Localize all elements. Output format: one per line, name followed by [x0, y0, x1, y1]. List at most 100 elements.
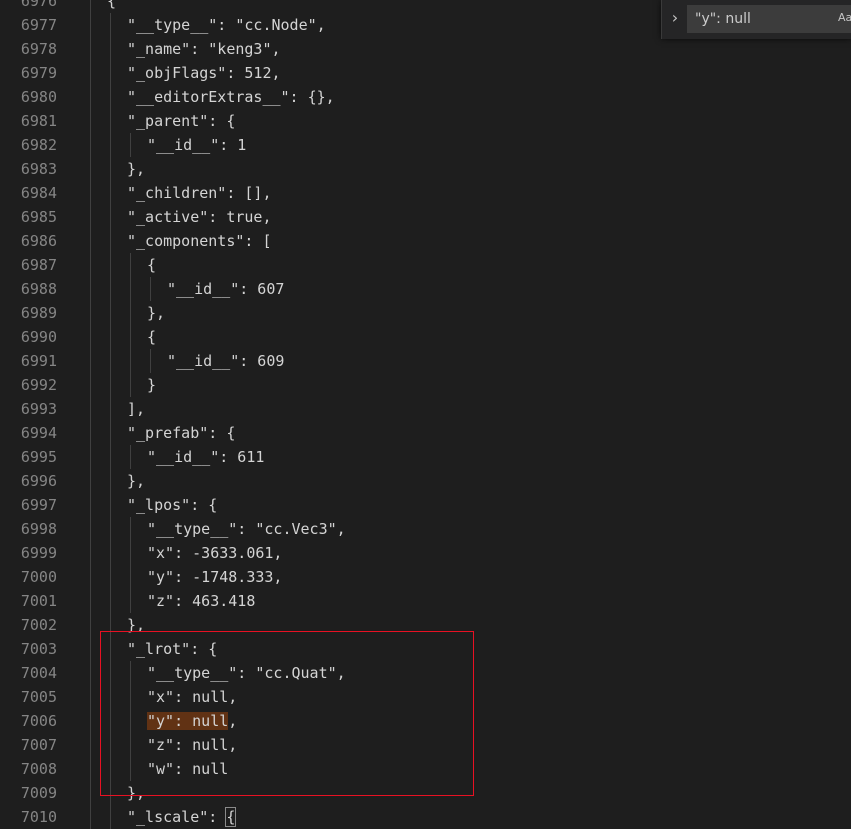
indent-guide [130, 517, 131, 541]
code-line[interactable]: 6979 "_objFlags": 512, [0, 61, 851, 85]
indent-guide [110, 661, 111, 685]
code-text: "_children": [], [127, 184, 272, 202]
code-text: "_objFlags": 512, [127, 64, 281, 82]
indent-guide [110, 85, 111, 109]
code-text: "w": null [147, 760, 229, 778]
indent-guide [130, 445, 131, 469]
code-line[interactable]: 6987 { [0, 253, 851, 277]
code-line[interactable]: 7010 "_lscale": { [0, 805, 851, 829]
code-text: } [147, 376, 157, 394]
indent-guide [90, 469, 91, 493]
line-number: 7003 [20, 640, 57, 658]
indent-guide [110, 589, 111, 613]
indent-guide [90, 61, 91, 85]
indent-guide [90, 397, 91, 421]
code-line[interactable]: 7006 "y": null, [0, 709, 851, 733]
line-number: 6999 [20, 544, 57, 562]
line-number: 7010 [20, 808, 57, 826]
indent-guide [130, 709, 131, 733]
line-number: 6989 [20, 304, 57, 322]
code-text: "__id__": 609 [167, 352, 285, 370]
line-number: 7008 [20, 760, 57, 778]
code-line[interactable]: 6995 "__id__": 611 [0, 445, 851, 469]
line-number: 6988 [20, 280, 57, 298]
code-line[interactable]: 7000 "y": -1748.333, [0, 565, 851, 589]
indent-guide [130, 733, 131, 757]
code-line[interactable]: 7005 "x": null, [0, 685, 851, 709]
code-line[interactable]: 7002}, [0, 613, 851, 637]
code-line[interactable]: 6997 "_lpos": { [0, 493, 851, 517]
code-text: "y": -1748.333, [147, 568, 283, 586]
indent-guide [90, 109, 91, 133]
code-line[interactable]: 6992} [0, 373, 851, 397]
match-case-button[interactable]: Aa [838, 5, 851, 31]
code-line[interactable]: 7008 "w": null [0, 757, 851, 781]
search-match-highlight: "y": null [147, 712, 229, 730]
code-line[interactable]: 6998 "__type__": "cc.Vec3", [0, 517, 851, 541]
indent-guide [90, 685, 91, 709]
indent-guide [90, 0, 91, 13]
code-text: "_components": [ [127, 232, 272, 250]
indent-guide [110, 157, 111, 181]
line-number: 6986 [20, 232, 57, 250]
indent-guide [130, 757, 131, 781]
line-number: 6987 [20, 256, 57, 274]
indent-guide [130, 277, 131, 301]
line-number: 6981 [20, 112, 57, 130]
chevron-right-icon[interactable]: › [665, 6, 685, 30]
code-line[interactable]: 6985 "_active": true, [0, 205, 851, 229]
indent-guide [90, 373, 91, 397]
line-number: 7005 [20, 688, 57, 706]
indent-guide [90, 85, 91, 109]
code-line[interactable]: 6990 { [0, 325, 851, 349]
line-number: 6984 [20, 184, 57, 202]
code-editor[interactable]: 6976 {6977 "__type__": "cc.Node", 6978 "_nam… [0, 0, 851, 829]
indent-guide [110, 685, 111, 709]
code-line[interactable]: 7004 "__type__": "cc.Quat", [0, 661, 851, 685]
code-line[interactable]: 6986 "_components": [ [0, 229, 851, 253]
indent-guide [90, 493, 91, 517]
code-text: { [107, 0, 117, 10]
line-number: 6995 [20, 448, 57, 466]
find-widget: › "y": null Aa [661, 0, 851, 39]
indent-guide [150, 277, 151, 301]
indent-guide [90, 805, 91, 829]
code-line[interactable]: 6983}, [0, 157, 851, 181]
code-text: "__id__": 611 [147, 448, 265, 466]
code-line[interactable]: 7009}, [0, 781, 851, 805]
find-input[interactable]: "y": null [687, 5, 851, 33]
code-line[interactable]: 6993], [0, 397, 851, 421]
code-line[interactable]: 7003 "_lrot": { [0, 637, 851, 661]
line-number: 7006 [20, 712, 57, 730]
code-line[interactable]: 6996}, [0, 469, 851, 493]
code-text: "x": null, [147, 688, 238, 706]
line-number: 6982 [20, 136, 57, 154]
indent-guide [110, 493, 111, 517]
indent-guide [130, 661, 131, 685]
code-line[interactable]: 6978 "_name": "keng3", [0, 37, 851, 61]
indent-guide [90, 301, 91, 325]
code-line[interactable]: 6984 "_children": [], [0, 181, 851, 205]
code-text: "__editorExtras__": {}, [127, 88, 335, 106]
indent-guide [90, 661, 91, 685]
indent-guide [130, 325, 131, 349]
code-line[interactable]: 6991 "__id__": 609 [0, 349, 851, 373]
code-line[interactable]: 6982 "__id__": 1 [0, 133, 851, 157]
indent-guide [110, 637, 111, 661]
code-line[interactable]: 6988 "__id__": 607 [0, 277, 851, 301]
code-line[interactable]: 6994 "_prefab": { [0, 421, 851, 445]
code-line[interactable]: 6989}, [0, 301, 851, 325]
code-line[interactable]: 7001 "z": 463.418 [0, 589, 851, 613]
code-text: "z": 463.418 [147, 592, 256, 610]
indent-guide [110, 541, 111, 565]
indent-guide [110, 613, 111, 637]
indent-guide [90, 517, 91, 541]
code-line[interactable]: 6999 "x": -3633.061, [0, 541, 851, 565]
code-line[interactable]: 6980 "__editorExtras__": {}, [0, 85, 851, 109]
code-line[interactable]: 7007 "z": null, [0, 733, 851, 757]
indent-guide [110, 733, 111, 757]
find-input-value: "y": null [695, 11, 751, 27]
indent-guide [90, 133, 91, 157]
code-line[interactable]: 6981 "_parent": { [0, 109, 851, 133]
indent-guide [90, 589, 91, 613]
